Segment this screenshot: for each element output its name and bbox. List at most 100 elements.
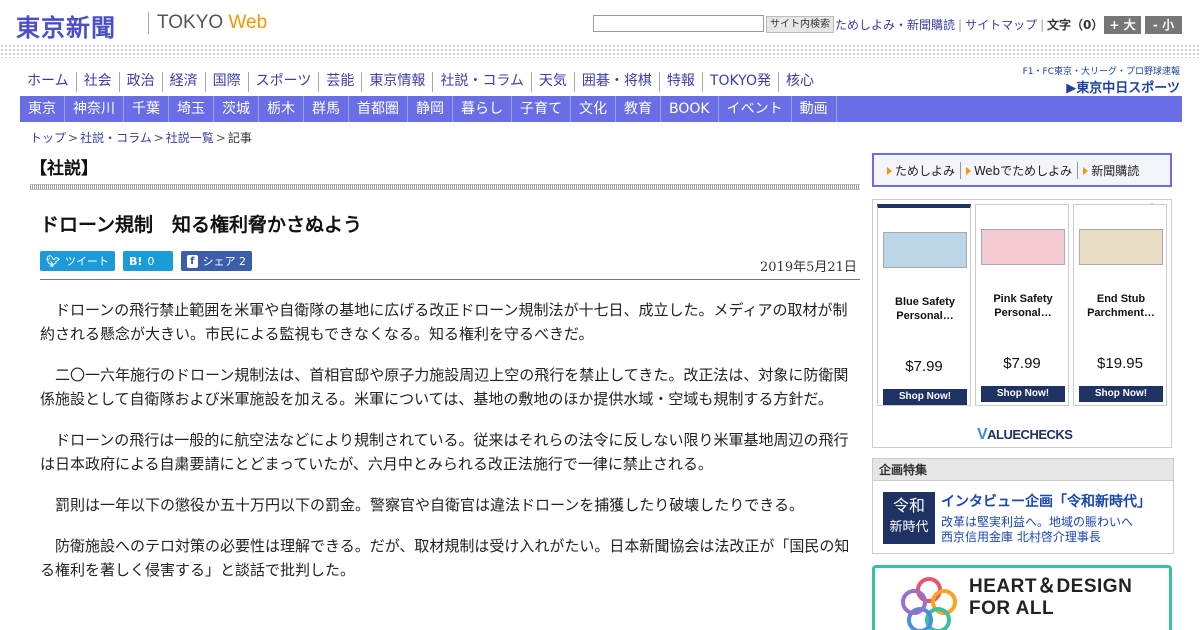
subnav-item-parenting[interactable]: 子育て	[512, 96, 571, 122]
nav-item-tokyo-info[interactable]: 東京情報	[361, 72, 432, 92]
arrow-right-icon	[887, 166, 892, 175]
article-divider	[40, 279, 860, 280]
breadcrumb-separator: >	[68, 131, 79, 145]
ad-product-price: $7.99	[905, 358, 943, 375]
nav-item-politics[interactable]: 政治	[118, 72, 162, 92]
flower-logo-icon	[901, 577, 957, 630]
font-smaller-button[interactable]: - 小	[1145, 16, 1182, 34]
subscribe-link[interactable]: ためしよみ・新聞購読	[835, 18, 955, 32]
thumb-line: 新時代	[889, 520, 929, 535]
font-bigger-button[interactable]: + 大	[1104, 16, 1141, 34]
nav-item-kakushin[interactable]: 核心	[777, 72, 821, 92]
section-label: 【社説】	[30, 159, 98, 179]
subnav-item-education[interactable]: 教育	[616, 96, 661, 122]
article-date: 2019年5月21日	[760, 260, 857, 275]
subnav-item-event[interactable]: イベント	[719, 96, 792, 122]
feature-thumbnail[interactable]: 令和 新時代	[883, 492, 935, 544]
nav-item-go-shogi[interactable]: 囲碁・将棋	[573, 72, 659, 92]
nav-item-weather[interactable]: 天気	[530, 72, 574, 92]
article-body: ドローンの飛行禁止範囲を米軍や自衛隊の基地に広げる改正ドローン規制法が十七日、成…	[40, 298, 850, 599]
breadcrumb-editorial-list[interactable]: 社説一覧	[166, 131, 214, 145]
subnav-item-shizuoka[interactable]: 静岡	[408, 96, 453, 122]
nav-item-entertainment[interactable]: 芸能	[318, 72, 361, 92]
article-paragraph: 罰則は一年以下の懲役か五十万円以下の罰金。警察官や自衛官は違法ドローンを捕獲した…	[55, 496, 804, 514]
nav-item-economy[interactable]: 経済	[161, 72, 205, 92]
check-image	[883, 232, 967, 268]
fb-share-count: 2	[239, 254, 246, 268]
facebook-icon: f	[187, 254, 198, 268]
thumb-line: 令和	[892, 496, 925, 515]
promo-tab-web-trial[interactable]: Webでためしよみ	[961, 161, 1079, 179]
facebook-share-button[interactable]: f シェア 2	[181, 251, 252, 271]
subnav-item-video[interactable]: 動画	[792, 96, 837, 122]
ad-product-card[interactable]: Blue Safety Personal… $7.99 Shop Now!	[877, 204, 971, 406]
separator: |	[958, 18, 963, 32]
subnav-item-book[interactable]: BOOK	[661, 96, 719, 122]
subnav-item-saitama[interactable]: 埼玉	[169, 96, 214, 122]
promo-tab-label: ためしよみ	[895, 163, 956, 178]
feature-section: 企画特集 令和 新時代 インタビュー企画「令和新時代」 改革は堅実利益へ。地域の…	[872, 458, 1174, 554]
article-paragraph: ドローンの飛行は一般的に航空法などにより規制されている。従来はそれらの法令に反し…	[40, 431, 849, 473]
article-paragraph: ドローンの飛行禁止範囲を米軍や自衛隊の基地に広げる改正ドローン規制法が十七日、成…	[40, 301, 848, 343]
subnav-item-chiba[interactable]: 千葉	[124, 96, 169, 122]
promo-tab-label: Webでためしよみ	[974, 163, 1073, 178]
feature-description[interactable]: 改革は堅実利益へ。地域の賑わいへ 西京信用金庫 北村啓介理事長	[941, 515, 1133, 545]
breadcrumb-top[interactable]: トップ	[30, 131, 66, 145]
promo-tab-subscribe[interactable]: 新聞購読	[1078, 162, 1144, 179]
subnav-item-gunma[interactable]: 群馬	[304, 96, 349, 122]
feature-title-link[interactable]: インタビュー企画「令和新時代」	[941, 491, 1151, 511]
region-nav: 東京 神奈川 千葉 埼玉 茨城 栃木 群馬 首都圏 静岡 暮らし 子育て 文化 …	[20, 96, 1182, 122]
ad-product-name: Pink Safety Personal…	[993, 293, 1053, 319]
header-divider	[0, 44, 1200, 58]
ad-product-card[interactable]: End Stub Parchment… $19.95 Shop Now!	[1073, 204, 1167, 406]
subnav-item-kanagawa[interactable]: 神奈川	[65, 96, 124, 122]
chunichi-sports-banner[interactable]: F1・FC東京・大リーグ・プロ野球速報 ▶東京中日スポーツ	[1010, 64, 1180, 96]
search-button[interactable]: サイト内検索	[766, 16, 834, 33]
nav-item-society[interactable]: 社会	[75, 72, 119, 92]
twitter-icon: 🐦︎	[46, 254, 60, 268]
article-paragraph: 防衛施設へのテロ対策の必要性は理解できる。だが、取材規制は受け入れがたい。日本新…	[40, 537, 850, 579]
breadcrumb-separator: >	[215, 131, 226, 145]
breadcrumb-separator: >	[153, 131, 164, 145]
shop-now-button[interactable]: Shop Now!	[1079, 386, 1163, 402]
logo-divider	[148, 12, 149, 34]
valuechecks-logo[interactable]: VALUECHECKS	[977, 426, 1073, 444]
check-image	[981, 229, 1065, 265]
feature-line: 西京信用金庫 北村啓介理事長	[941, 530, 1101, 544]
breadcrumb: トップ > 社説・コラム > 社説一覧 > 記事	[30, 129, 252, 146]
search-input[interactable]	[593, 15, 764, 32]
advertisement[interactable]: ⓘ✕ Blue Safety Personal… $7.99 Shop Now!…	[872, 199, 1172, 448]
subnav-item-shutoken[interactable]: 首都圏	[349, 96, 408, 122]
arrow-right-icon	[1083, 166, 1089, 175]
nav-item-editorials[interactable]: 社説・コラム	[432, 72, 531, 92]
shop-now-button[interactable]: Shop Now!	[981, 386, 1065, 402]
nav-item-tokyo-hatsu[interactable]: TOKYO発	[701, 72, 778, 92]
subnav-item-tokyo[interactable]: 東京	[20, 96, 65, 122]
banner-line: HEART＆DESIGN	[969, 576, 1133, 597]
promo-tab-trial[interactable]: ためしよみ	[882, 161, 962, 179]
breadcrumb-editorials[interactable]: 社説・コラム	[80, 131, 152, 145]
subnav-item-ibaraki[interactable]: 茨城	[214, 96, 259, 122]
nav-item-home[interactable]: ホーム	[20, 72, 76, 92]
section-divider	[30, 184, 860, 190]
nav-item-international[interactable]: 国際	[204, 72, 248, 92]
subnav-item-tochigi[interactable]: 栃木	[259, 96, 304, 122]
ad-product-price: $19.95	[1097, 355, 1143, 372]
heart-design-banner[interactable]: HEART＆DESIGN FOR ALL	[872, 565, 1172, 630]
sitemap-link[interactable]: サイトマップ	[965, 18, 1037, 32]
site-logo-en[interactable]: TOKYO Web	[157, 12, 267, 34]
nav-item-special[interactable]: 特報	[658, 72, 702, 92]
hatena-bookmark-button[interactable]: B! 0	[123, 251, 173, 271]
feature-heading: 企画特集	[873, 459, 1173, 481]
subscription-promo-tabs: ためしよみ Webでためしよみ 新聞購読	[872, 153, 1172, 187]
site-logo[interactable]: 東京新聞	[16, 8, 116, 43]
subnav-item-living[interactable]: 暮らし	[453, 96, 512, 122]
chunichi-tagline: F1・FC東京・大リーグ・プロ野球速報	[1022, 67, 1180, 77]
ad-product-card[interactable]: Pink Safety Personal… $7.99 Shop Now!	[975, 204, 1069, 406]
subnav-item-culture[interactable]: 文化	[571, 96, 616, 122]
shop-now-button[interactable]: Shop Now!	[883, 389, 967, 405]
tweet-button[interactable]: 🐦︎ ツイート	[40, 251, 115, 271]
feature-line: 改革は堅実利益へ。地域の賑わいへ	[941, 515, 1134, 529]
nav-item-sports[interactable]: スポーツ	[247, 72, 319, 92]
site-header: 東京新聞 TOKYO Web サイト内検索 ためしよみ・新聞購読 | サイトマップ |…	[0, 0, 1200, 46]
